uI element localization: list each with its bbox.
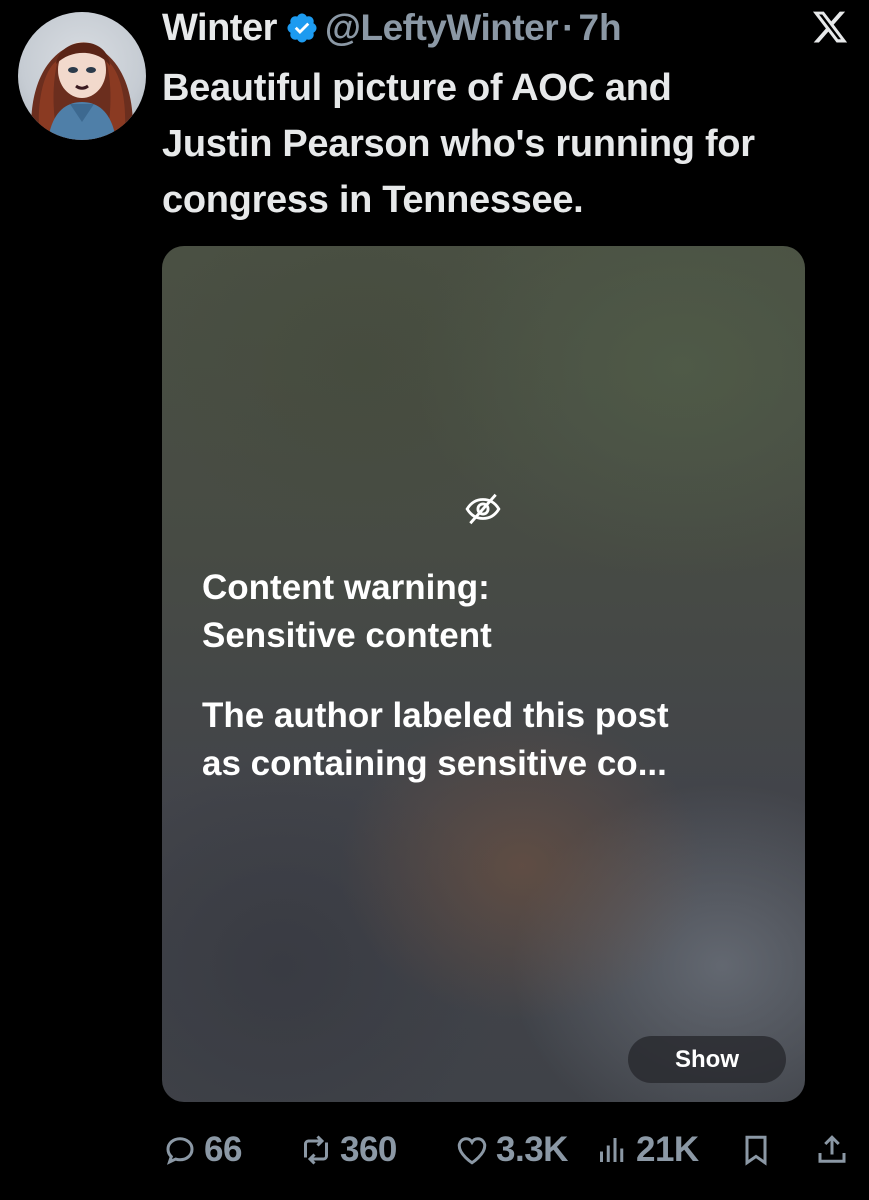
repost-count: 360 xyxy=(340,1130,397,1169)
like-button[interactable]: 3.3K xyxy=(454,1124,568,1176)
content-warning-desc-line: as containing sensitive co... xyxy=(202,744,667,783)
content-warning-title-line: Sensitive content xyxy=(202,616,492,655)
reply-count: 66 xyxy=(204,1130,242,1169)
reply-icon xyxy=(166,1137,194,1165)
author-handle[interactable]: @LeftyWinter xyxy=(325,7,559,49)
views-count: 21K xyxy=(636,1130,699,1169)
content-warning-title-line: Content warning: xyxy=(202,568,490,607)
verified-badge-icon xyxy=(287,13,317,43)
share-button[interactable] xyxy=(814,1124,856,1176)
like-count: 3.3K xyxy=(496,1130,568,1169)
like-icon xyxy=(457,1137,487,1165)
eye-off-icon xyxy=(465,493,501,525)
bookmark-icon xyxy=(745,1135,767,1166)
tweet-header: Winter @LeftyWinter · 7h xyxy=(162,6,849,50)
views-icon xyxy=(600,1138,624,1162)
reply-button[interactable]: 66 xyxy=(162,1124,242,1176)
tweet-text: Beautiful picture of AOC and Justin Pear… xyxy=(162,60,842,228)
author-name[interactable]: Winter xyxy=(162,7,277,50)
content-warning-description: The author labeled this post as containi… xyxy=(202,692,782,788)
share-icon xyxy=(818,1135,846,1163)
x-logo-icon xyxy=(812,11,848,43)
tweet-text-line: Beautiful picture of AOC and xyxy=(162,67,672,109)
show-button[interactable]: Show xyxy=(628,1036,786,1083)
bookmark-button[interactable] xyxy=(738,1124,780,1176)
content-warning-title: Content warning: Sensitive content xyxy=(202,564,782,660)
content-warning-desc-line: The author labeled this post xyxy=(202,696,669,735)
avatar[interactable] xyxy=(18,12,146,140)
tweet-text-line: Justin Pearson who's running for xyxy=(162,123,755,165)
post-time[interactable]: 7h xyxy=(578,7,621,49)
sensitive-media-card[interactable]: Content warning: Sensitive content The a… xyxy=(162,246,805,1102)
tweet-text-line: congress in Tennessee. xyxy=(162,179,584,221)
separator-dot: · xyxy=(562,7,575,48)
repost-button[interactable]: 360 xyxy=(298,1124,397,1176)
action-bar: 66 360 3.3K 21K xyxy=(162,1124,862,1176)
views-button[interactable]: 21K xyxy=(594,1124,699,1176)
repost-icon xyxy=(304,1135,328,1165)
